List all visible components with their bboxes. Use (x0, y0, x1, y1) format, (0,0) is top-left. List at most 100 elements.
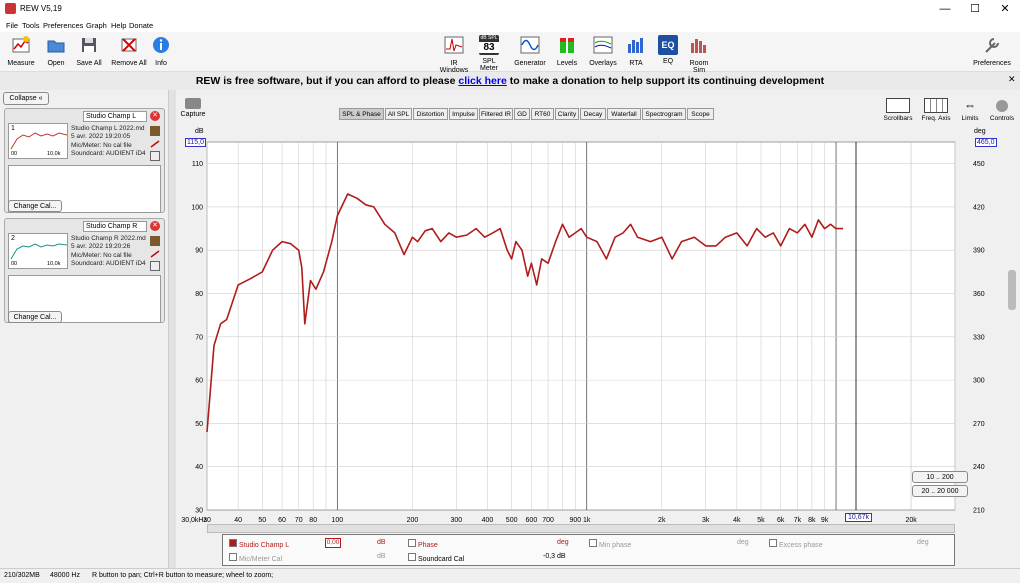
room-sim-button[interactable]: Room Sim (684, 35, 714, 74)
overlays-icon (593, 36, 613, 54)
collapse-button[interactable]: Collapse « (3, 92, 49, 105)
gear-icon (996, 100, 1008, 112)
menu-preferences[interactable]: Preferences (43, 21, 83, 30)
sort-icon[interactable] (150, 151, 160, 161)
menu-bar: File Tools Preferences Graph Help Donate (0, 18, 1020, 32)
legend-row-mic-cal[interactable]: Mic/Meter Cal (229, 553, 282, 563)
excess-phase-checkbox[interactable] (769, 539, 777, 547)
tab-distortion[interactable]: Distortion (413, 108, 448, 120)
info-button[interactable]: Info (151, 35, 171, 67)
open-button[interactable]: Open (42, 35, 70, 67)
menu-donate[interactable]: Donate (129, 21, 153, 30)
remove-icon (121, 38, 137, 52)
tab-rt60[interactable]: RT60 (531, 108, 554, 120)
x-tick-labels: 30 40 50 60 70 80 100 200 300 400 500 600 700 900 1k 2k… (181, 517, 917, 524)
measurement-card-1[interactable]: Studio Champ L ✕ 1 00 10,0k Studio Champ… (4, 108, 165, 213)
cursor-frequency[interactable]: 10,67k (845, 513, 873, 522)
tab-all-spl[interactable]: All SPL (385, 108, 412, 120)
y-right-tick-label: 210 (973, 508, 985, 515)
y-left-tick-label: 110 (192, 161, 203, 168)
overlays-button[interactable]: Overlays (588, 35, 618, 67)
capture-button[interactable]: Capture (180, 98, 206, 118)
banner-close-icon[interactable]: ✕ (1008, 74, 1016, 85)
horizontal-scrollbar[interactable] (207, 524, 955, 533)
menu-graph[interactable]: Graph (86, 21, 107, 30)
donate-link[interactable]: click here (458, 75, 506, 87)
freq-axis-button[interactable]: Freq. Axis (919, 98, 953, 122)
change-cal-button-2[interactable]: Change Cal... (8, 311, 62, 323)
range-10-200-button[interactable]: 10 .. 200 (912, 471, 968, 483)
spl-checkbox[interactable] (229, 539, 237, 547)
menu-file[interactable]: File (6, 21, 18, 30)
tab-gd[interactable]: GD (514, 108, 530, 120)
ir-windows-button[interactable]: IR Windows (438, 35, 470, 74)
vertical-scrollbar-thumb[interactable] (1008, 270, 1016, 310)
tab-clarity[interactable]: Clarity (555, 108, 579, 120)
plot-background (206, 141, 956, 511)
x-tick-label: 8k (808, 517, 816, 524)
cal-icon[interactable] (150, 140, 160, 148)
spl-phase-graph[interactable]: 30 40 50 60 70 80 100 200 300 400 500 600 700 900 1k 2k… (170, 130, 1020, 530)
tab-filtered-ir[interactable]: Filtered IR (479, 108, 513, 120)
remove-measurement-icon[interactable]: ✕ (150, 221, 160, 231)
spl-meter-button[interactable]: dB SPL 83 SPL Meter (474, 35, 504, 72)
tab-impulse[interactable]: Impulse (449, 108, 478, 120)
remove-measurement-icon[interactable]: ✕ (150, 111, 160, 121)
remove-all-button[interactable]: Remove All (110, 35, 148, 67)
top-left-value[interactable]: 115,0 (185, 138, 206, 147)
save-all-button[interactable]: Save All (74, 35, 104, 67)
tab-spectrogram[interactable]: Spectrogram (642, 108, 686, 120)
phase-checkbox[interactable] (408, 539, 416, 547)
tab-waterfall[interactable]: Waterfall (607, 108, 641, 120)
minimize-button[interactable]: — (930, 2, 960, 16)
controls-button[interactable]: Controls (987, 98, 1017, 122)
close-button[interactable]: ✕ (990, 2, 1020, 16)
measurement-name-field[interactable]: Studio Champ R (83, 221, 147, 232)
thumbnail-curve (10, 132, 68, 150)
measurement-thumbnail[interactable]: 1 00 10,0k (8, 123, 68, 159)
mic-cal-checkbox[interactable] (229, 553, 237, 561)
tab-spl-phase[interactable]: SPL & Phase (339, 108, 384, 120)
levels-button[interactable]: Levels (554, 35, 580, 67)
scrollbars-button[interactable]: Scrollbars (882, 98, 914, 122)
top-right-value[interactable]: 465,0 (975, 138, 997, 147)
save-icon (82, 38, 96, 52)
y-right-tick-label: 360 (973, 291, 985, 298)
donation-banner: REW is free software, but if you can aff… (0, 72, 1020, 90)
min-phase-checkbox[interactable] (589, 539, 597, 547)
y-left-tick-label: 70 (195, 334, 203, 341)
notes-icon[interactable] (150, 236, 160, 246)
measurement-name-field[interactable]: Studio Champ L (83, 111, 147, 122)
tab-scope[interactable]: Scope (687, 108, 714, 120)
legend-row-phase[interactable]: Phase (408, 539, 438, 549)
sort-icon[interactable] (150, 261, 160, 271)
legend-row-excess[interactable]: Excess phase (769, 539, 823, 549)
scrollbars-icon (886, 98, 910, 113)
thumbnail-curve (10, 243, 68, 260)
rta-button[interactable]: RTA (624, 35, 648, 67)
measure-button[interactable]: Measure (4, 35, 38, 67)
range-20-20000-button[interactable]: 20 .. 20 000 (912, 485, 968, 497)
measurement-card-2[interactable]: Studio Champ R ✕ 2 00 10,0k Studio Champ… (4, 218, 165, 323)
cal-icon[interactable] (150, 250, 160, 258)
x-tick-label: 400 (482, 517, 494, 524)
preferences-button[interactable]: Preferences (970, 35, 1014, 67)
generator-button[interactable]: Generator (513, 35, 547, 67)
x-tick-label: 80 (309, 517, 317, 524)
measurement-thumbnail[interactable]: 2 00 10,0k (8, 233, 68, 269)
menu-tools[interactable]: Tools (22, 21, 40, 30)
legend-row-soundcard-cal[interactable]: Soundcard Cal (408, 553, 464, 563)
eq-button[interactable]: EQ EQ (656, 35, 680, 65)
maximize-button[interactable]: ☐ (960, 2, 990, 16)
change-cal-button-1[interactable]: Change Cal... (8, 200, 62, 212)
legend-row-minphase[interactable]: Min phase (589, 539, 631, 549)
eq-icon: EQ (658, 35, 678, 55)
tab-decay[interactable]: Decay (580, 108, 606, 120)
folder-icon (47, 40, 65, 53)
soundcard-cal-checkbox[interactable] (408, 553, 416, 561)
spl-offset-field[interactable]: 0,00 (325, 538, 341, 548)
limits-button[interactable]: ⇔ Limits (957, 98, 983, 122)
legend-row-spl[interactable]: Studio Champ L (229, 539, 289, 549)
menu-help[interactable]: Help (111, 21, 126, 30)
notes-icon[interactable] (150, 126, 160, 136)
